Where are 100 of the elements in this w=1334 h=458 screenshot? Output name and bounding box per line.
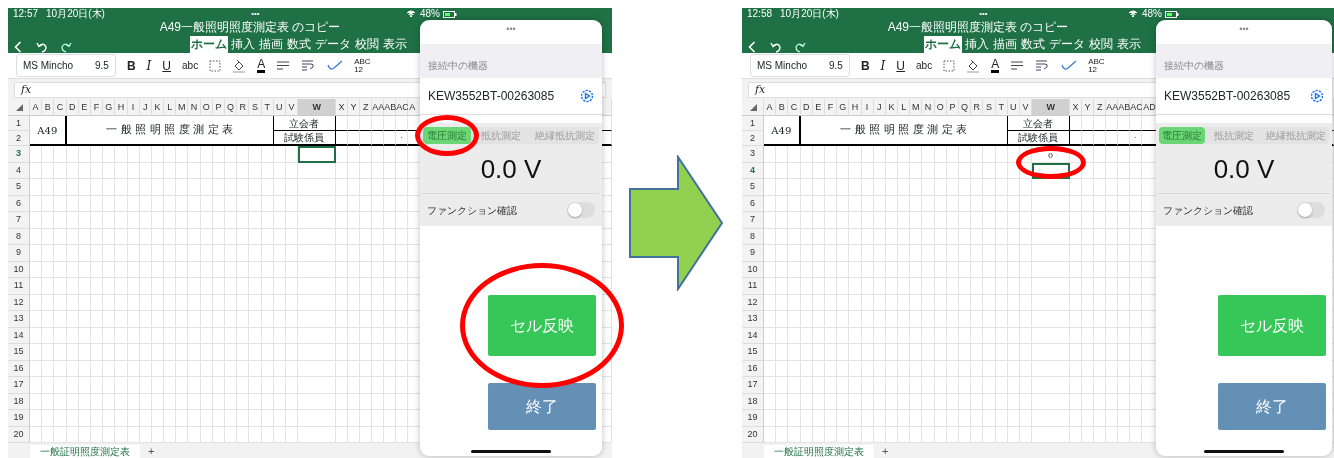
brush-icon[interactable] bbox=[1061, 59, 1078, 72]
column-header[interactable]: N bbox=[922, 99, 935, 116]
selected-cell[interactable] bbox=[298, 146, 337, 163]
column-header[interactable]: L bbox=[898, 99, 911, 116]
column-header[interactable]: Y bbox=[1082, 99, 1095, 116]
column-header[interactable]: AA bbox=[1106, 99, 1119, 116]
fill-bucket-icon[interactable] bbox=[232, 58, 247, 73]
wrap-text-icon[interactable] bbox=[1035, 59, 1051, 72]
undo-icon[interactable] bbox=[36, 41, 48, 53]
bold-button[interactable]: B bbox=[126, 58, 136, 73]
sheet-cell[interactable]: 試験係員 bbox=[273, 131, 337, 146]
column-header[interactable]: S bbox=[249, 99, 262, 116]
ribbon-tab[interactable]: 表示 bbox=[382, 36, 408, 53]
sheet-cell[interactable]: . bbox=[396, 131, 409, 146]
row-header[interactable]: 17 bbox=[742, 377, 764, 394]
sheet-cell[interactable]: 立会者 bbox=[1007, 116, 1071, 131]
column-header[interactable]: A bbox=[30, 99, 43, 116]
ribbon-tab[interactable]: 数式 bbox=[1020, 36, 1046, 53]
column-header[interactable]: W bbox=[1032, 99, 1071, 116]
row-header[interactable]: 3 bbox=[742, 146, 764, 163]
column-header[interactable]: Y bbox=[348, 99, 361, 116]
row-header[interactable]: 7 bbox=[8, 212, 30, 229]
row-header[interactable]: 1 bbox=[742, 116, 764, 131]
wrap-text-icon[interactable] bbox=[301, 59, 317, 72]
ribbon-tab[interactable]: データ bbox=[314, 36, 352, 53]
column-header[interactable]: AC bbox=[396, 99, 409, 116]
select-all-button[interactable] bbox=[742, 99, 764, 116]
font-name[interactable]: MS Mincho bbox=[23, 58, 73, 73]
borders-icon[interactable] bbox=[943, 59, 956, 72]
column-header[interactable]: B bbox=[776, 99, 789, 116]
ribbon-tab[interactable]: ホーム bbox=[924, 36, 962, 53]
column-header[interactable]: N bbox=[188, 99, 201, 116]
undo-icon[interactable] bbox=[770, 41, 782, 53]
column-header[interactable]: G bbox=[837, 99, 850, 116]
ribbon-tab[interactable]: 表示 bbox=[1116, 36, 1142, 53]
sheet-cell[interactable]: A49 bbox=[764, 116, 801, 146]
column-header[interactable]: L bbox=[164, 99, 177, 116]
redo-icon[interactable] bbox=[60, 41, 72, 53]
column-header[interactable]: AB bbox=[1118, 99, 1131, 116]
column-header[interactable]: C bbox=[788, 99, 801, 116]
row-header[interactable]: 13 bbox=[8, 311, 30, 328]
strikethrough-button[interactable]: abc bbox=[182, 58, 199, 73]
ribbon-tab[interactable]: 描画 bbox=[258, 36, 284, 53]
sheet-tab[interactable]: 一般証明照度測定表 bbox=[764, 445, 874, 458]
row-header[interactable]: 15 bbox=[742, 344, 764, 361]
ribbon-tab[interactable]: 挿入 bbox=[230, 36, 256, 53]
row-header[interactable]: 2 bbox=[8, 131, 30, 146]
column-header[interactable]: R bbox=[971, 99, 984, 116]
ribbon-tab[interactable]: データ bbox=[1048, 36, 1086, 53]
column-header[interactable]: X bbox=[336, 99, 349, 116]
row-header[interactable]: 7 bbox=[742, 212, 764, 229]
font-name[interactable]: MS Mincho bbox=[757, 58, 807, 73]
row-header[interactable]: 9 bbox=[742, 245, 764, 262]
bold-button[interactable]: B bbox=[860, 58, 870, 73]
back-icon[interactable] bbox=[14, 41, 22, 53]
column-header[interactable]: A bbox=[764, 99, 777, 116]
column-header[interactable]: B bbox=[42, 99, 55, 116]
row-header[interactable]: 5 bbox=[742, 179, 764, 196]
panel-handle[interactable]: ••• bbox=[506, 24, 516, 34]
number-format-button[interactable]: ABC 12 bbox=[354, 57, 371, 74]
column-header[interactable]: W bbox=[298, 99, 337, 116]
select-all-button[interactable] bbox=[8, 99, 30, 116]
ribbon-tab[interactable]: 数式 bbox=[286, 36, 312, 53]
window-handle[interactable]: ••• bbox=[979, 8, 988, 20]
fill-bucket-icon[interactable] bbox=[966, 58, 981, 73]
align-icon[interactable] bbox=[1010, 60, 1025, 71]
underline-button[interactable]: U bbox=[896, 58, 905, 73]
underline-button[interactable]: U bbox=[162, 58, 171, 73]
sheet-cell[interactable]: 立会者 bbox=[273, 116, 337, 131]
back-icon[interactable] bbox=[748, 41, 756, 53]
column-header[interactable]: R bbox=[237, 99, 250, 116]
column-header[interactable]: M bbox=[176, 99, 189, 116]
number-format-button[interactable]: ABC 12 bbox=[1088, 57, 1105, 74]
font-color-button[interactable]: A bbox=[257, 58, 266, 73]
gear-icon[interactable] bbox=[580, 89, 594, 103]
ribbon-tab[interactable]: 校閲 bbox=[354, 36, 380, 53]
panel-handle[interactable]: ••• bbox=[1239, 24, 1249, 34]
strikethrough-button[interactable]: abc bbox=[916, 58, 933, 73]
column-header[interactable]: AB bbox=[384, 99, 397, 116]
font-size[interactable]: 9.5 bbox=[95, 58, 109, 73]
row-header[interactable]: 3 bbox=[8, 146, 30, 163]
window-handle[interactable]: ••• bbox=[251, 8, 260, 20]
italic-button[interactable]: I bbox=[880, 58, 886, 73]
row-header[interactable]: 5 bbox=[8, 179, 30, 196]
sheet-cell[interactable]: 試験係員 bbox=[1007, 131, 1071, 146]
row-header[interactable]: 19 bbox=[8, 410, 30, 427]
column-header[interactable]: Z bbox=[360, 99, 373, 116]
column-header[interactable]: G bbox=[103, 99, 116, 116]
toggle-switch[interactable] bbox=[1297, 202, 1325, 218]
font-size[interactable]: 9.5 bbox=[829, 58, 843, 73]
column-header[interactable]: M bbox=[910, 99, 923, 116]
column-header[interactable]: H bbox=[115, 99, 128, 116]
sheet-tab[interactable]: 一般証明照度測定表 bbox=[30, 445, 140, 458]
row-header[interactable]: 19 bbox=[742, 410, 764, 427]
ribbon-tab[interactable]: 描画 bbox=[992, 36, 1018, 53]
row-header[interactable]: 11 bbox=[742, 278, 764, 295]
font-color-button[interactable]: A bbox=[991, 58, 1000, 73]
ribbon-tab[interactable]: 校閲 bbox=[1088, 36, 1114, 53]
sheet-cell[interactable]: 0 bbox=[1032, 146, 1071, 163]
column-header[interactable]: X bbox=[1070, 99, 1083, 116]
